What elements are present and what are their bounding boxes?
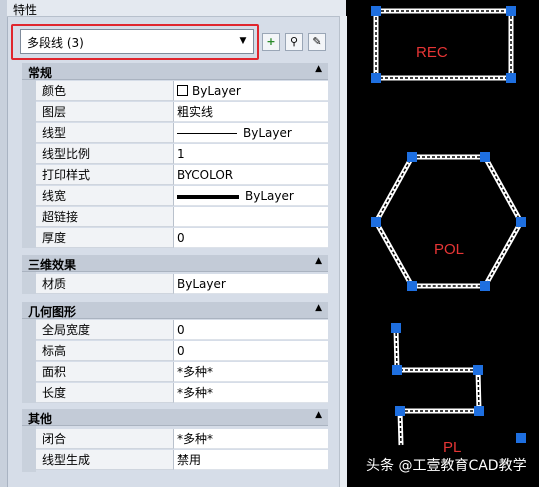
- properties-palette: 特性 多段线 (3) ▼ + ⚲ ✎ 常规 ▲ 颜色 ByLayer 图层 粗实…: [0, 0, 347, 487]
- section-3d-header[interactable]: 三维效果 ▲: [22, 255, 328, 272]
- prop-value[interactable]: 粗实线: [174, 102, 328, 122]
- collapse-icon[interactable]: ▲: [315, 410, 322, 420]
- prop-row-global-width[interactable]: 全局宽度 0: [22, 320, 328, 341]
- prop-row-material[interactable]: 材质 ByLayer: [22, 274, 328, 295]
- collapse-icon[interactable]: ▲: [315, 64, 322, 74]
- prop-key: 厚度: [36, 228, 174, 248]
- prop-key: 线型: [36, 123, 174, 143]
- prop-row-area[interactable]: 面积 *多种*: [22, 362, 328, 383]
- prop-value[interactable]: *多种*: [174, 429, 328, 449]
- label-rec: REC: [416, 44, 448, 61]
- prop-key: 颜色: [36, 81, 174, 101]
- section-title: 其他: [28, 412, 53, 426]
- prop-key: 线宽: [36, 186, 174, 206]
- prop-value[interactable]: BYCOLOR: [174, 165, 328, 185]
- section-title: 常规: [28, 66, 53, 80]
- prop-row-length[interactable]: 长度 *多种*: [22, 383, 328, 404]
- prop-key: 长度: [36, 383, 174, 403]
- section-title: 三维效果: [28, 258, 77, 272]
- prop-row-layer[interactable]: 图层 粗实线: [22, 102, 328, 123]
- prop-row-linetype-gen[interactable]: 线型生成 禁用: [22, 450, 328, 471]
- section-misc-header[interactable]: 其他 ▲: [22, 409, 328, 426]
- prop-row-elevation[interactable]: 标高 0: [22, 341, 328, 362]
- prop-value[interactable]: ByLayer: [174, 274, 328, 294]
- palette-grip-strip[interactable]: [0, 0, 8, 487]
- prop-row-hyperlink[interactable]: 超链接: [22, 207, 328, 228]
- toggle-pickadd-icon[interactable]: ✎: [308, 33, 326, 51]
- color-swatch: [177, 85, 188, 96]
- prop-value[interactable]: 1: [174, 144, 328, 164]
- drawing-canvas[interactable]: REC POL PL: [346, 0, 539, 487]
- palette-title: 特性: [13, 3, 38, 17]
- prop-value[interactable]: [174, 207, 328, 227]
- prop-key: 标高: [36, 341, 174, 361]
- lineweight-sample: [177, 194, 239, 199]
- prop-row-lineweight[interactable]: 线宽 ByLayer: [22, 186, 328, 207]
- prop-key: 材质: [36, 274, 174, 294]
- label-pol: POL: [434, 241, 464, 258]
- prop-row-color[interactable]: 颜色 ByLayer: [22, 81, 328, 102]
- prop-key: 闭合: [36, 429, 174, 449]
- select-objects-icon[interactable]: +: [262, 33, 280, 51]
- prop-row-plot-style[interactable]: 打印样式 BYCOLOR: [22, 165, 328, 186]
- hexagon-polyline[interactable]: [373, 154, 524, 289]
- prop-key: 超链接: [36, 207, 174, 227]
- hexagon-grips[interactable]: [371, 152, 526, 291]
- prop-key: 面积: [36, 362, 174, 382]
- prop-key: 打印样式: [36, 165, 174, 185]
- palette-titlebar[interactable]: 特性: [7, 0, 346, 17]
- prop-key: 线型比例: [36, 144, 174, 164]
- prop-value[interactable]: ByLayer: [174, 123, 328, 143]
- prop-row-linetype-scale[interactable]: 线型比例 1: [22, 144, 328, 165]
- section-title: 几何图形: [28, 305, 77, 319]
- prop-value[interactable]: 0: [174, 341, 328, 361]
- section-general-header[interactable]: 常规 ▲: [22, 63, 328, 80]
- polyline-grips[interactable]: [391, 323, 526, 443]
- watermark: 头条 @工壹教育CAD教学: [366, 458, 527, 474]
- collapse-icon[interactable]: ▲: [315, 303, 322, 313]
- prop-key: 图层: [36, 102, 174, 122]
- quick-select-icon[interactable]: ⚲: [285, 33, 303, 51]
- linetype-sample: [177, 133, 237, 134]
- section-geometry-header[interactable]: 几何图形 ▲: [22, 302, 328, 319]
- selector-highlight-box: [11, 24, 259, 60]
- prop-key: 线型生成: [36, 450, 174, 470]
- prop-value-text: ByLayer: [245, 189, 294, 203]
- collapse-icon[interactable]: ▲: [315, 256, 322, 266]
- prop-row-thickness[interactable]: 厚度 0: [22, 228, 328, 249]
- prop-value-text: ByLayer: [243, 126, 292, 140]
- prop-value[interactable]: 0: [174, 228, 328, 248]
- prop-value[interactable]: *多种*: [174, 362, 328, 382]
- prop-value-text: ByLayer: [192, 84, 241, 98]
- open-polyline[interactable]: [393, 327, 482, 446]
- prop-row-closed[interactable]: 闭合 *多种*: [22, 429, 328, 450]
- prop-row-linetype[interactable]: 线型 ByLayer: [22, 123, 328, 144]
- prop-value[interactable]: *多种*: [174, 383, 328, 403]
- prop-value[interactable]: 禁用: [174, 450, 328, 470]
- label-pl: PL: [443, 439, 461, 456]
- prop-key: 全局宽度: [36, 320, 174, 340]
- prop-value[interactable]: ByLayer: [174, 81, 328, 101]
- prop-value[interactable]: ByLayer: [174, 186, 328, 206]
- prop-value[interactable]: 0: [174, 320, 328, 340]
